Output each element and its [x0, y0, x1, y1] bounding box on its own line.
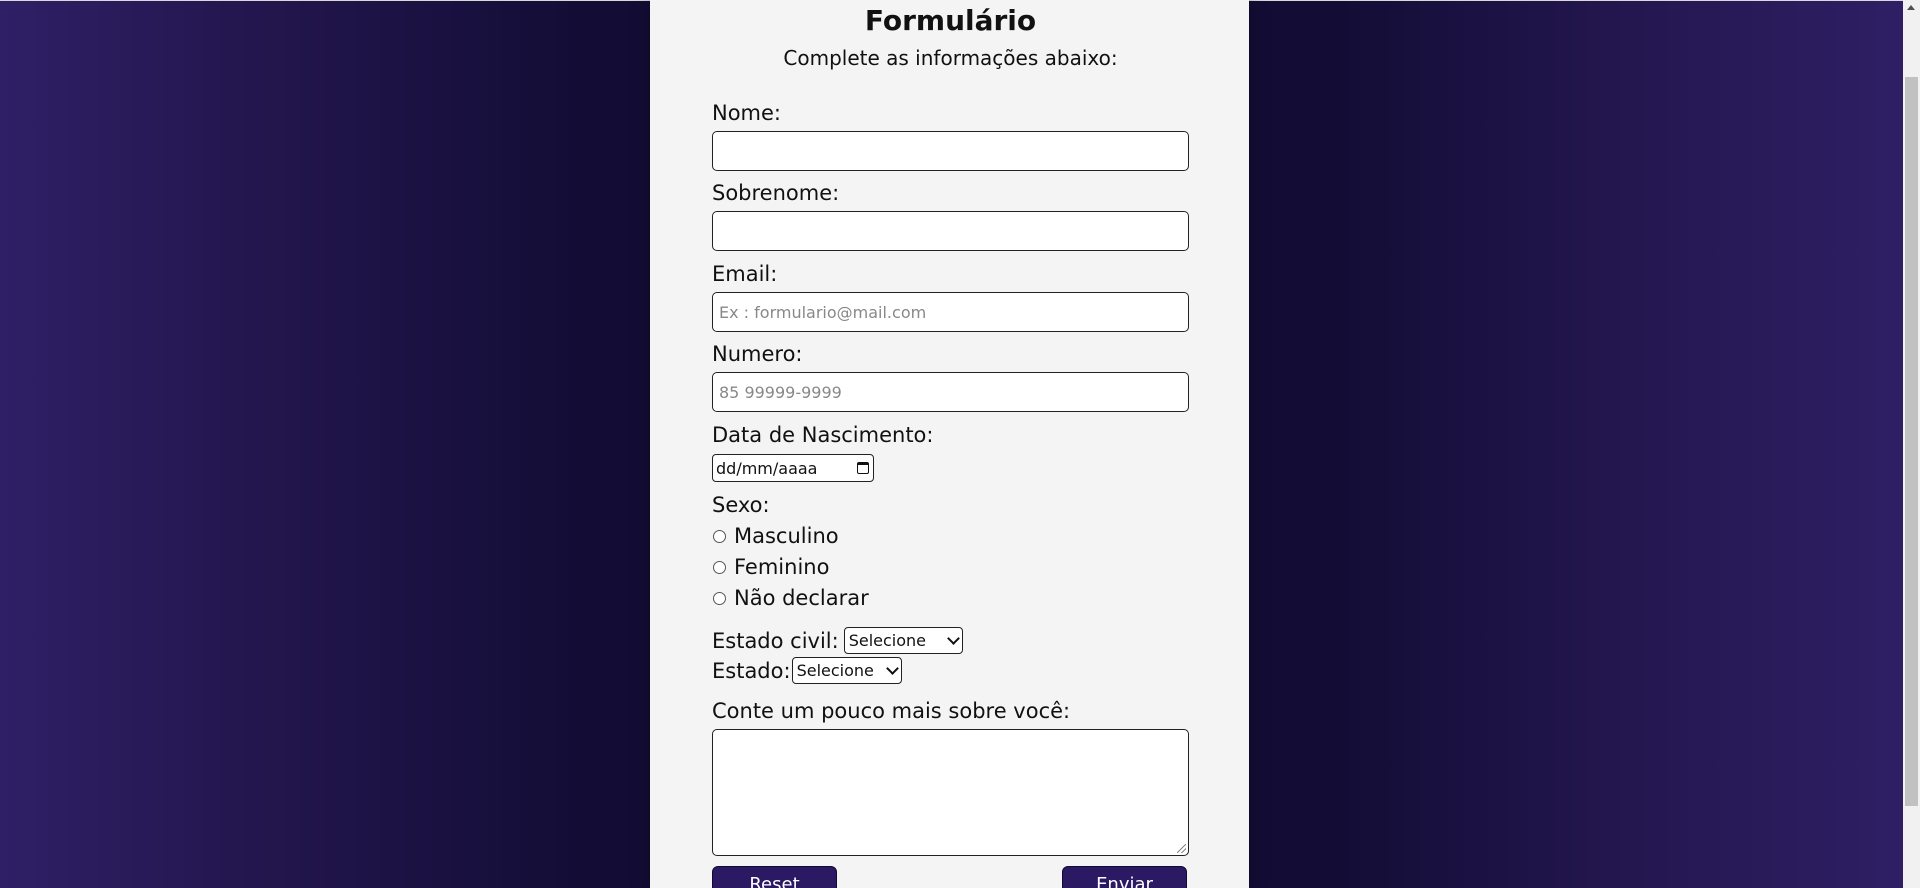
reset-button[interactable]: Reset — [712, 866, 837, 888]
resize-grip-icon[interactable] — [1177, 844, 1186, 853]
numero-label: Numero: — [712, 342, 803, 366]
radio-nao-declarar[interactable] — [713, 591, 726, 605]
estado-row: Estado: Selecione — [712, 657, 902, 684]
estado-civil-row: Estado civil: Selecione — [712, 627, 963, 654]
sobre-label: Conte um pouco mais sobre você: — [712, 699, 1071, 723]
estado-civil-select[interactable]: Selecione — [843, 627, 963, 654]
sobrenome-input[interactable] — [712, 211, 1189, 251]
date-placeholder: dd/mm/aaaa — [716, 458, 818, 478]
sobre-textarea[interactable] — [712, 729, 1189, 856]
form-title: Formulário — [864, 4, 1037, 37]
email-label: Email: — [712, 262, 778, 286]
estado-select[interactable]: Selecione — [791, 657, 902, 684]
radio-label-masculino: Masculino — [734, 524, 839, 548]
form-subtitle: Complete as informações abaixo: — [783, 46, 1118, 70]
nome-label: Nome: — [712, 101, 782, 125]
radio-option-masculino[interactable]: Masculino — [712, 524, 839, 548]
enviar-button[interactable]: Enviar — [1062, 866, 1187, 888]
scrollbar-thumb[interactable] — [1905, 77, 1918, 806]
radio-label-nao-declarar: Não declarar — [734, 586, 869, 610]
scroll-up-arrow-icon[interactable] — [1907, 5, 1915, 10]
estado-label: Estado: — [712, 658, 791, 683]
form-card: Formulário Complete as informações abaix… — [650, 0, 1249, 888]
radio-feminino[interactable] — [713, 560, 726, 574]
radio-option-nao-declarar[interactable]: Não declarar — [712, 586, 869, 610]
nascimento-label: Data de Nascimento: — [712, 423, 934, 447]
estado-civil-selected: Selecione — [848, 631, 927, 650]
radio-label-feminino: Feminino — [734, 555, 830, 579]
page-scrollbar[interactable] — [1903, 0, 1920, 888]
numero-input[interactable] — [712, 372, 1189, 412]
nome-input[interactable] — [712, 131, 1189, 171]
sexo-label: Sexo: — [712, 493, 770, 517]
sobrenome-label: Sobrenome: — [712, 181, 840, 205]
chevron-down-icon — [946, 632, 960, 645]
estado-civil-label: Estado civil: — [712, 628, 839, 653]
calendar-icon[interactable] — [857, 462, 869, 474]
chevron-down-icon — [885, 662, 899, 675]
nascimento-date-input[interactable]: dd/mm/aaaa — [712, 454, 874, 482]
email-input[interactable] — [712, 292, 1189, 332]
estado-selected: Selecione — [796, 661, 874, 680]
radio-option-feminino[interactable]: Feminino — [712, 555, 829, 579]
radio-masculino[interactable] — [713, 529, 726, 543]
